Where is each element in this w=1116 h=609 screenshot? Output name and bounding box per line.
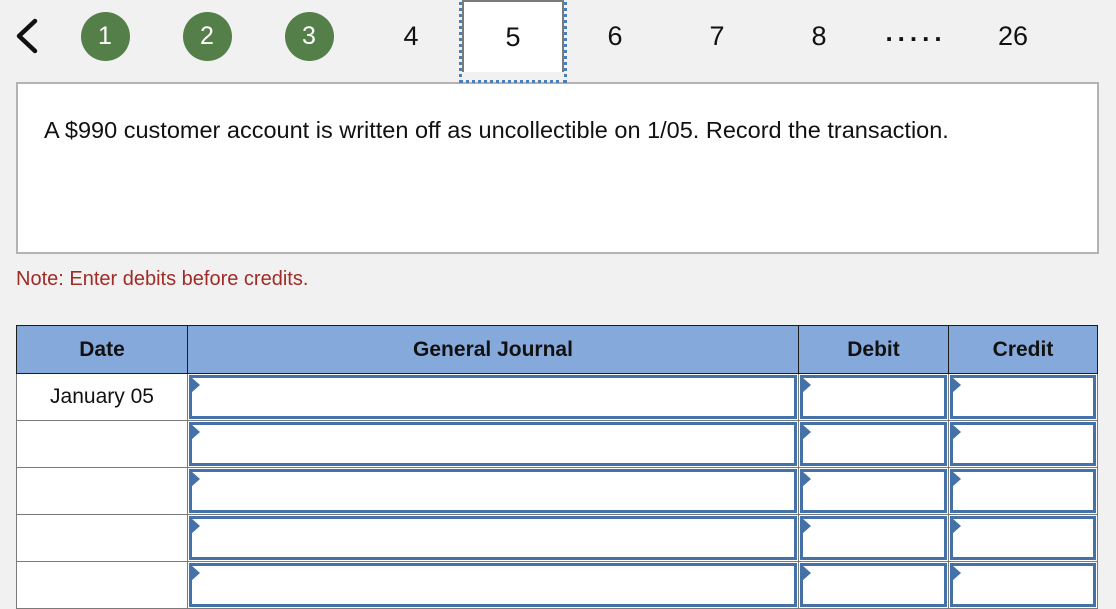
question-text: A $990 customer account is written off a… xyxy=(44,117,949,143)
cell-general-journal[interactable] xyxy=(187,373,799,421)
cell-debit[interactable] xyxy=(798,373,949,421)
pagination-item-5-current[interactable]: 5 xyxy=(459,0,567,83)
table-row xyxy=(16,467,1098,515)
dropdown-triangle-icon xyxy=(802,377,811,393)
cell-general-journal[interactable] xyxy=(187,467,799,515)
dropdown-triangle-icon xyxy=(191,518,200,534)
general-journal-input[interactable] xyxy=(189,516,797,560)
dropdown-triangle-icon xyxy=(802,471,811,487)
column-header-date: Date xyxy=(16,325,188,374)
cell-general-journal[interactable] xyxy=(187,420,799,468)
dropdown-triangle-icon xyxy=(191,471,200,487)
credit-input[interactable] xyxy=(950,375,1096,419)
table-row xyxy=(16,514,1098,562)
pagination-item-5-label: 5 xyxy=(505,21,521,52)
debit-input[interactable] xyxy=(800,422,947,466)
pagination-ellipsis-label: ..... xyxy=(885,16,947,47)
pagination-item-1-label: 1 xyxy=(80,11,130,61)
pagination-item-1[interactable]: 1 xyxy=(54,0,156,72)
cell-date[interactable] xyxy=(16,561,188,609)
dropdown-triangle-icon xyxy=(191,565,200,581)
dropdown-triangle-icon xyxy=(952,518,961,534)
cell-credit[interactable] xyxy=(948,373,1098,421)
column-header-general-journal: General Journal xyxy=(187,325,799,374)
cell-date[interactable]: January 05 xyxy=(16,373,188,421)
cell-credit[interactable] xyxy=(948,467,1098,515)
cell-debit[interactable] xyxy=(798,467,949,515)
cell-debit[interactable] xyxy=(798,561,949,609)
credit-input[interactable] xyxy=(950,422,1096,466)
dropdown-triangle-icon xyxy=(802,518,811,534)
column-header-credit: Credit xyxy=(948,325,1098,374)
question-panel: A $990 customer account is written off a… xyxy=(16,82,1099,254)
general-journal-input[interactable] xyxy=(189,375,797,419)
pagination-item-6-label: 6 xyxy=(607,20,623,51)
table-row xyxy=(16,561,1098,609)
pagination-bar: 1 2 3 4 5 6 7 8 ..... 26 xyxy=(0,0,1116,83)
pagination-item-3[interactable]: 3 xyxy=(258,0,360,72)
general-journal-input[interactable] xyxy=(189,422,797,466)
pagination-ellipsis: ..... xyxy=(870,0,962,72)
cell-date[interactable] xyxy=(16,514,188,562)
pagination-item-26[interactable]: 26 xyxy=(962,0,1064,72)
debit-input[interactable] xyxy=(800,469,947,513)
back-button[interactable] xyxy=(0,0,54,72)
pagination-item-26-label: 26 xyxy=(997,20,1029,51)
debit-input[interactable] xyxy=(800,516,947,560)
credit-input[interactable] xyxy=(950,469,1096,513)
dropdown-triangle-icon xyxy=(802,565,811,581)
cell-general-journal[interactable] xyxy=(187,561,799,609)
credit-input[interactable] xyxy=(950,516,1096,560)
cell-credit[interactable] xyxy=(948,514,1098,562)
pagination-item-7-label: 7 xyxy=(709,20,725,51)
dropdown-triangle-icon xyxy=(952,565,961,581)
pagination-item-4-label: 4 xyxy=(403,20,419,51)
dropdown-triangle-icon xyxy=(952,377,961,393)
pagination-item-7[interactable]: 7 xyxy=(666,0,768,72)
pagination-item-4[interactable]: 4 xyxy=(360,0,462,72)
pagination-item-2[interactable]: 2 xyxy=(156,0,258,72)
table-row xyxy=(16,420,1098,468)
cell-credit[interactable] xyxy=(948,420,1098,468)
pagination-item-8[interactable]: 8 xyxy=(768,0,870,72)
cell-date[interactable] xyxy=(16,467,188,515)
cell-debit[interactable] xyxy=(798,514,949,562)
dropdown-triangle-icon xyxy=(191,377,200,393)
table-row: January 05 xyxy=(16,373,1098,421)
debit-input[interactable] xyxy=(800,375,947,419)
dropdown-triangle-icon xyxy=(191,424,200,440)
dropdown-triangle-icon xyxy=(802,424,811,440)
cell-date[interactable] xyxy=(16,420,188,468)
dropdown-triangle-icon xyxy=(952,424,961,440)
pagination-item-2-label: 2 xyxy=(182,11,232,61)
credit-input[interactable] xyxy=(950,563,1096,607)
pagination-item-6[interactable]: 6 xyxy=(564,0,666,72)
dropdown-triangle-icon xyxy=(952,471,961,487)
table-header-row: Date General Journal Debit Credit xyxy=(16,325,1098,374)
cell-credit[interactable] xyxy=(948,561,1098,609)
column-header-debit: Debit xyxy=(798,325,949,374)
pagination-item-8-label: 8 xyxy=(811,20,827,51)
pagination-item-3-label: 3 xyxy=(284,11,334,61)
general-journal-table: Date General Journal Debit Credit Januar… xyxy=(16,325,1098,609)
cell-debit[interactable] xyxy=(798,420,949,468)
note-text: Note: Enter debits before credits. xyxy=(16,268,309,290)
chevron-left-icon xyxy=(14,17,40,55)
general-journal-input[interactable] xyxy=(189,563,797,607)
general-journal-input[interactable] xyxy=(189,469,797,513)
cell-general-journal[interactable] xyxy=(187,514,799,562)
debit-input[interactable] xyxy=(800,563,947,607)
